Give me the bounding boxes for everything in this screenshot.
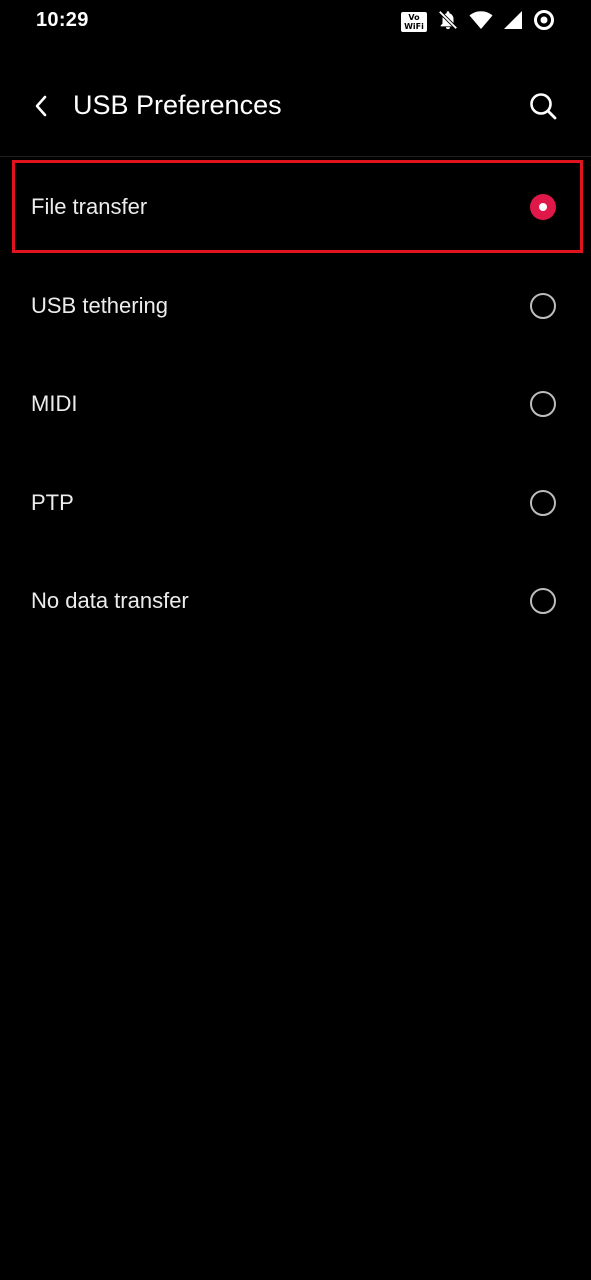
vowifi-top-text: Vo xyxy=(408,13,420,22)
notifications-off-icon xyxy=(437,9,459,36)
usb-options-list: File transfer USB tethering MIDI PTP No … xyxy=(0,158,591,651)
option-midi[interactable]: MIDI xyxy=(0,355,591,454)
back-button[interactable] xyxy=(22,88,62,128)
radio-button-selected[interactable] xyxy=(530,194,556,221)
status-bar: 10:29 Vo WiFi xyxy=(0,0,591,44)
radio-button[interactable] xyxy=(530,391,556,418)
radio-button[interactable] xyxy=(530,489,556,516)
page-title: USB Preferences xyxy=(73,90,282,120)
option-label: No data transfer xyxy=(31,588,189,614)
option-file-transfer[interactable]: File transfer xyxy=(0,158,591,257)
vowifi-icon: Vo WiFi xyxy=(401,12,427,32)
search-icon xyxy=(528,91,558,126)
header-divider xyxy=(0,156,591,157)
battery-ring-icon xyxy=(533,9,555,36)
status-time: 10:29 xyxy=(36,9,89,31)
radio-button[interactable] xyxy=(530,292,556,319)
option-label: File transfer xyxy=(31,194,148,220)
option-no-data-transfer[interactable]: No data transfer xyxy=(0,552,591,651)
vowifi-bottom-text: WiFi xyxy=(404,22,424,31)
radio-button[interactable] xyxy=(530,588,556,615)
chevron-left-icon xyxy=(32,94,52,123)
option-usb-tethering[interactable]: USB tethering xyxy=(0,257,591,356)
status-icons: Vo WiFi xyxy=(401,8,555,36)
app-bar: USB Preferences xyxy=(0,70,591,146)
search-button[interactable] xyxy=(521,86,565,130)
cellular-signal-icon xyxy=(503,10,523,35)
option-label: PTP xyxy=(31,489,74,515)
wifi-icon xyxy=(469,10,493,35)
option-label: USB tethering xyxy=(31,292,168,318)
option-ptp[interactable]: PTP xyxy=(0,454,591,553)
option-label: MIDI xyxy=(31,391,78,417)
